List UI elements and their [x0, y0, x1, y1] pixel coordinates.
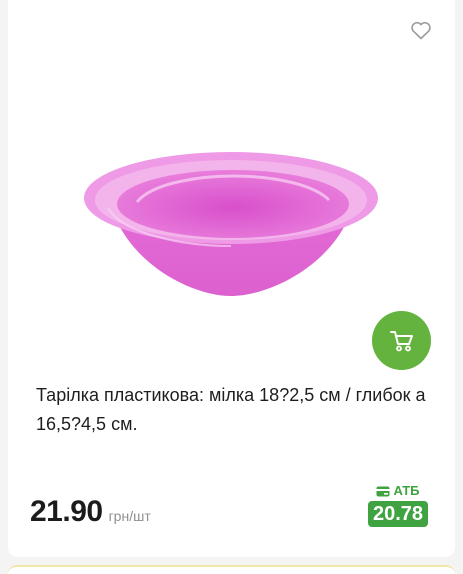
price-value: 21.90 — [30, 495, 103, 528]
next-card-edge — [8, 565, 455, 574]
add-to-cart-button[interactable] — [372, 311, 431, 370]
product-title[interactable]: Тарілка пластикова: мілка 18?2,5 см / гл… — [36, 381, 436, 439]
shopping-cart-icon — [389, 330, 413, 351]
product-card[interactable]: Тарілка пластикова: мілка 18?2,5 см / гл… — [8, 0, 455, 557]
product-image — [84, 152, 378, 296]
heart-outline-icon — [411, 21, 431, 40]
price-block: 21.90 грн/шт — [30, 495, 151, 529]
store-price-block: АТБ 20.78 — [364, 484, 432, 527]
store-label: АТБ — [376, 483, 420, 498]
card-icon — [376, 486, 390, 496]
store-price: 20.78 — [367, 501, 429, 527]
store-label-text: АТБ — [393, 483, 420, 498]
favorite-button[interactable] — [409, 18, 433, 42]
price-unit: грн/шт — [108, 508, 151, 524]
